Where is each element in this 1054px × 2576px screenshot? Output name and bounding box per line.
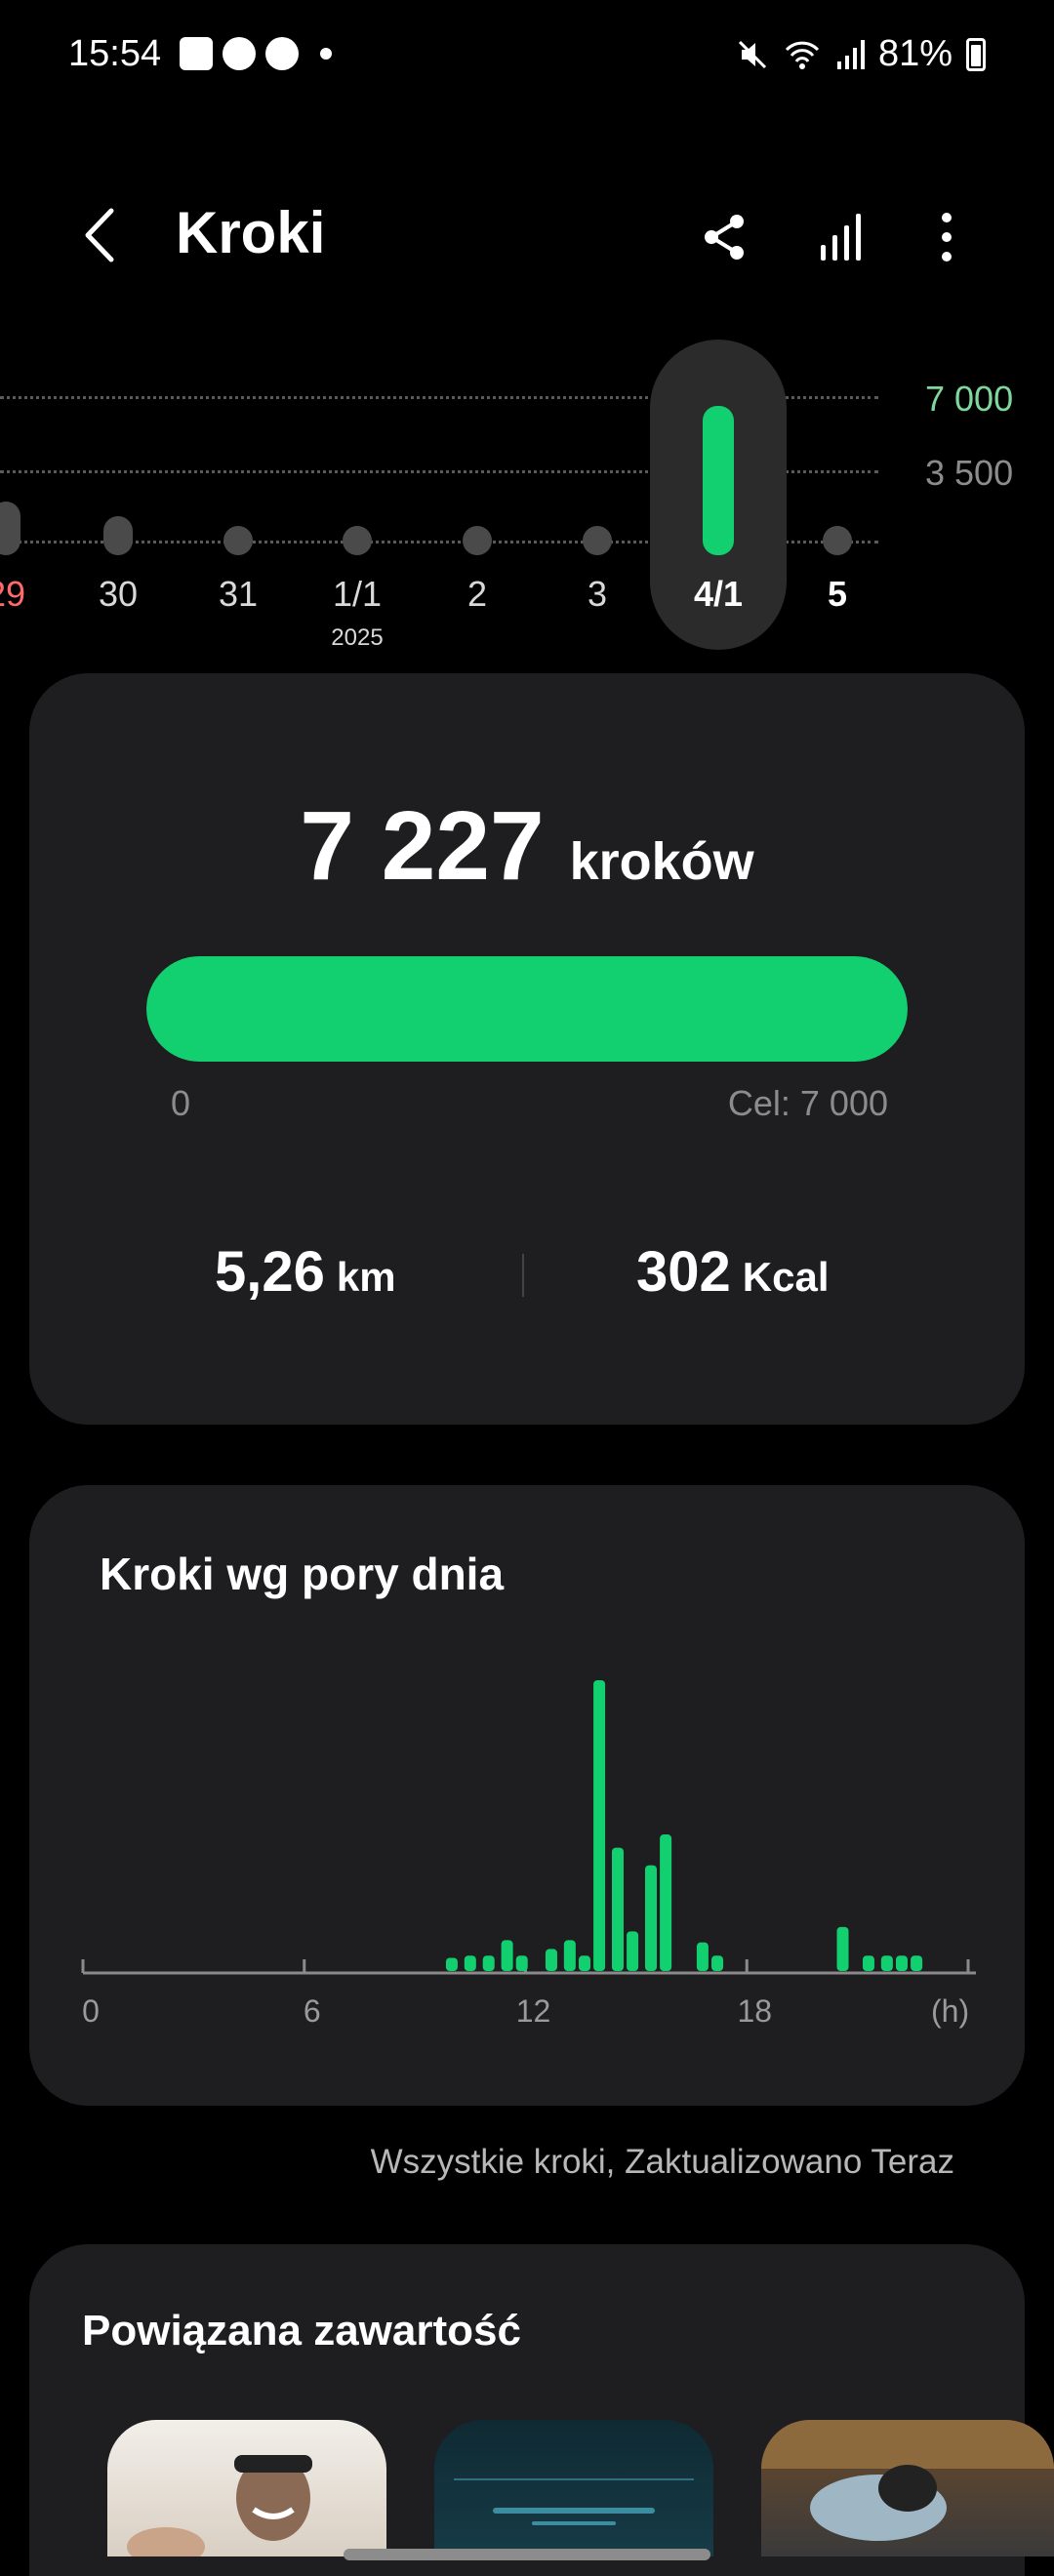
share-button[interactable] <box>691 203 759 271</box>
progress-goal-label: Cel: 7 000 <box>727 1083 888 1123</box>
hour-bar <box>836 1926 849 1971</box>
hour-bar <box>563 1940 576 1971</box>
hour-bar <box>627 1931 639 1971</box>
dot-icon <box>320 48 332 60</box>
distance-unit: km <box>336 1254 396 1300</box>
day-steps-bar[interactable] <box>703 406 734 555</box>
x-tick-label: 6 <box>304 1993 321 2029</box>
distance-metric: 5,26 km <box>215 1239 396 1305</box>
messenger-icon <box>223 37 256 70</box>
app-bar: Kroki <box>0 176 1054 293</box>
back-arrow-icon <box>85 208 114 262</box>
back-button[interactable] <box>68 201 137 269</box>
wifi-icon <box>785 41 820 69</box>
signal-icon <box>836 39 865 69</box>
distance-value: 5,26 <box>215 1240 325 1304</box>
hour-bar <box>644 1865 657 1971</box>
day-steps-bar[interactable] <box>343 526 372 555</box>
hour-bar <box>593 1680 606 1971</box>
week-steps-strip: 7 000 3 500 2930 31 1/1 2025 23 4/1 5 <box>0 332 1054 664</box>
status-time: 15:54 <box>68 33 162 74</box>
day-label-selected[interactable]: 4/1 <box>665 574 772 615</box>
day-year-label: 2025 <box>331 624 384 651</box>
hour-bar <box>464 1955 476 1971</box>
calories-metric: 302 Kcal <box>636 1239 830 1305</box>
y-label-goal: 7 000 <box>925 379 1014 419</box>
day-label[interactable]: 29 <box>0 574 60 615</box>
hour-bar <box>445 1957 458 1971</box>
gallery-icon <box>180 37 213 70</box>
calories-value: 302 <box>636 1240 731 1304</box>
home-indicator[interactable] <box>344 2549 710 2560</box>
status-left-icons <box>180 37 332 70</box>
workout-image <box>761 2420 1054 2541</box>
stats-button[interactable] <box>808 203 876 271</box>
hour-bar <box>578 1955 590 1971</box>
related-content-card: Powiązana zawartość <box>29 2244 1054 2576</box>
x-tick-label: 12 <box>516 1993 551 2029</box>
related-title: Powiązana zawartość <box>82 2307 521 2355</box>
day-label[interactable]: 31 <box>184 574 292 615</box>
hour-bar <box>515 1955 528 1971</box>
x-tick-label: 0 <box>82 1993 100 2029</box>
related-thumbnail-1[interactable] <box>107 2420 386 2556</box>
related-thumbnail-3[interactable] <box>761 2420 1054 2556</box>
day-label[interactable]: 3 <box>544 574 651 615</box>
status-bar: 15:54 81% <box>0 0 1054 107</box>
day-label[interactable]: 5 <box>784 574 891 615</box>
status-right-icons: 81% <box>736 33 986 75</box>
progress-min-label: 0 <box>171 1083 191 1123</box>
hour-bar <box>880 1955 893 1971</box>
day-steps-bar[interactable] <box>223 526 253 555</box>
x-tick-label: 18 <box>737 1993 772 2029</box>
steps-progress-fill <box>146 956 908 1062</box>
mute-icon <box>738 40 766 68</box>
battery-icon <box>966 37 986 71</box>
day-steps-bar[interactable] <box>583 526 612 555</box>
share-icon <box>705 215 744 260</box>
hour-bar <box>611 1847 624 1971</box>
update-note: Wszystkie kroki, Zaktualizowano Teraz <box>370 2143 954 2181</box>
day-steps-bar[interactable] <box>0 502 20 555</box>
day-steps-bar[interactable] <box>463 526 492 555</box>
day-label[interactable]: 30 <box>64 574 172 615</box>
day-steps-bar[interactable] <box>103 515 133 555</box>
person-image <box>127 2455 312 2556</box>
hour-bar <box>482 1955 495 1971</box>
more-icon <box>942 213 952 262</box>
hour-bar <box>696 1942 709 1971</box>
battery-percent: 81% <box>877 33 953 74</box>
page-title: Kroki <box>176 200 326 265</box>
x-tick-label: (h) <box>931 1993 969 2029</box>
day-label[interactable]: 2 <box>424 574 531 615</box>
hour-bar <box>501 1940 513 1971</box>
hour-bar <box>711 1955 724 1971</box>
hour-bar <box>545 1949 557 1971</box>
calories-unit: Kcal <box>742 1254 830 1300</box>
hourly-steps-card[interactable]: Kroki wg pory dnia 0 6 12 18 (h) <box>29 1485 1025 2106</box>
day-steps-bar[interactable] <box>823 526 852 555</box>
hour-bar <box>911 1955 923 1971</box>
metric-divider <box>522 1254 524 1297</box>
steps-unit: kroków <box>569 832 754 891</box>
steps-total: 7 227 kroków <box>29 790 1025 903</box>
summary-card: 7 227 kroków 0 Cel: 7 000 5,26 km 302 Kcal <box>29 673 1025 1425</box>
hour-bar <box>895 1955 908 1971</box>
hourly-steps-chart: 0 6 12 18 (h) <box>81 1680 976 2029</box>
video-frame-image <box>454 2478 694 2525</box>
hour-bar <box>862 1955 874 1971</box>
related-thumbnail-2[interactable] <box>434 2420 713 2556</box>
stats-icon <box>821 214 861 261</box>
steps-progress-bar <box>146 956 908 1062</box>
day-label[interactable]: 1/1 <box>304 574 411 615</box>
more-options-button[interactable] <box>912 203 981 271</box>
steps-value: 7 227 <box>300 791 545 901</box>
hour-bar <box>660 1834 672 1971</box>
dnd-icon <box>265 37 299 70</box>
y-label-half: 3 500 <box>925 453 1014 493</box>
